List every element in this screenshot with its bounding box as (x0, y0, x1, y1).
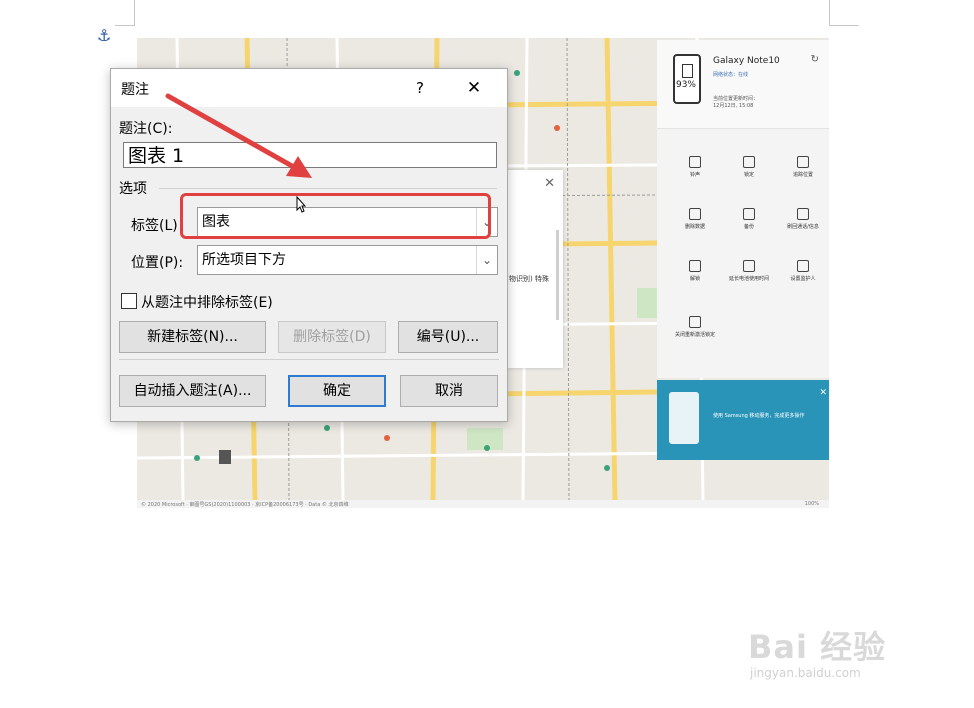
action-track: 追踪位置 (777, 156, 829, 178)
page-margin-marker (134, 0, 135, 26)
cancel-button[interactable]: 取消 (400, 375, 498, 407)
action-label: 刷回通话/信息 (787, 224, 819, 230)
phone-icon: 93% (673, 54, 701, 104)
call-icon (797, 208, 809, 220)
map-copyright: © 2020 Microsoft · 审图号GS(2020)1100003 · … (141, 502, 349, 508)
action-label: 解锁 (689, 276, 700, 282)
cloud-icon (743, 208, 755, 220)
action-backup: 备份 (723, 208, 775, 230)
trash-icon (689, 208, 701, 220)
chevron-down-icon[interactable]: ⌄ (476, 246, 497, 274)
device-location-info: 当前位置更新时间： 12月12日, 15:08 (713, 96, 758, 110)
lock-icon (743, 156, 755, 168)
position-field-label: 位置(P): (131, 255, 184, 271)
page-margin-marker (115, 25, 135, 26)
caption-dialog: 题注 ? ✕ 题注(C): 图表 1 选项 标签(L) 图表 ⌄ 位置(P): … (110, 68, 508, 422)
help-button[interactable]: ? (407, 75, 433, 101)
group-divider (159, 188, 497, 189)
location-icon (797, 156, 809, 168)
samsung-banner: 使用 Samsung 移动服务，完成更多操作 ✕ (657, 380, 829, 460)
highlight-box (180, 193, 491, 239)
action-label: 删除数据 (684, 224, 705, 230)
scrollbar (556, 230, 559, 320)
caption-input[interactable]: 图表 1 (123, 142, 497, 168)
autocaption-button[interactable]: 自动插入题注(A)... (119, 375, 266, 407)
close-icon: ✕ (544, 176, 555, 191)
mouse-cursor-icon (296, 196, 306, 213)
shield-icon (797, 260, 809, 272)
close-button[interactable]: ✕ (459, 75, 489, 101)
device-panel: 93% Galaxy Note10 网络状态：在线 当前位置更新时间： 12月1… (657, 40, 829, 378)
watermark-brand: Bai 经验 (748, 628, 887, 666)
close-icon: ✕ (819, 388, 827, 398)
ok-button[interactable]: 确定 (288, 375, 386, 407)
page-margin-marker (829, 0, 830, 26)
device-status: 网络状态：在线 (713, 72, 749, 78)
dialog-title: 题注 (121, 82, 149, 98)
new-label-button[interactable]: 新建标签(N)... (119, 321, 266, 353)
action-guardian: 设置监护人 (777, 260, 829, 282)
device-name: Galaxy Note10 (713, 56, 780, 66)
zoom-level: 100% (804, 501, 819, 507)
action-ring: 铃声 (669, 156, 721, 178)
caption-field-label: 题注(C): (119, 121, 173, 137)
action-label: 关闭重新激活锁定 (674, 332, 715, 338)
popup-text: 物识别) 特殊 (509, 275, 549, 283)
action-reactivation: 关闭重新激活锁定 (669, 316, 721, 338)
banner-text: 使用 Samsung 移动服务，完成更多操作 (713, 413, 805, 419)
battery-percent: 93% (675, 80, 696, 90)
action-retrieve: 刷回通话/信息 (777, 208, 829, 230)
action-label: 设置监护人 (790, 276, 816, 282)
action-battery: 延长电池使用时间 (723, 260, 775, 282)
baidu-watermark: Bai 经验 jingyan.baidu.com (748, 600, 928, 690)
inner-popup: ✕ 物识别) 特殊 (507, 170, 563, 368)
lock-icon (689, 316, 701, 328)
action-label: 追踪位置 (792, 172, 813, 178)
label-field-label: 标签(L) (131, 218, 178, 234)
position-dropdown-value: 所选项目下方 (202, 252, 286, 268)
dialog-titlebar: 题注 ? ✕ (111, 69, 507, 107)
keypad-illustration (669, 392, 699, 444)
ring-icon (689, 156, 701, 168)
location-label: 当前位置更新时间： (713, 96, 759, 102)
exclude-label-checkbox[interactable] (121, 293, 137, 309)
action-erase: 删除数据 (669, 208, 721, 230)
numbering-button[interactable]: 编号(U)... (398, 321, 498, 353)
action-lock: 锁定 (723, 156, 775, 178)
action-label: 铃声 (689, 172, 700, 178)
page-margin-marker (829, 25, 859, 26)
exclude-label-text[interactable]: 从题注中排除标签(E) (141, 292, 273, 312)
delete-label-button[interactable]: 删除标签(D) (278, 321, 386, 353)
action-label: 延长电池使用时间 (728, 276, 769, 282)
map-footer: © 2020 Microsoft · 审图号GS(2020)1100003 · … (137, 500, 829, 508)
battery-icon (682, 64, 693, 78)
refresh-icon: ↻ (810, 54, 819, 65)
options-group-label: 选项 (119, 181, 147, 197)
device-header: 93% Galaxy Note10 网络状态：在线 当前位置更新时间： 12月1… (657, 40, 829, 129)
watermark-url: jingyan.baidu.com (750, 666, 861, 680)
location-time: 12月12日, 15:08 (713, 103, 754, 109)
action-label: 备份 (743, 224, 754, 230)
unlock-icon (689, 260, 701, 272)
button-separator (119, 359, 499, 360)
anchor-icon[interactable]: ⚓ (97, 27, 115, 45)
battery-icon (743, 260, 755, 272)
action-unlock: 解锁 (669, 260, 721, 282)
action-label: 锁定 (743, 172, 754, 178)
position-dropdown[interactable]: 所选项目下方 ⌄ (197, 245, 498, 275)
